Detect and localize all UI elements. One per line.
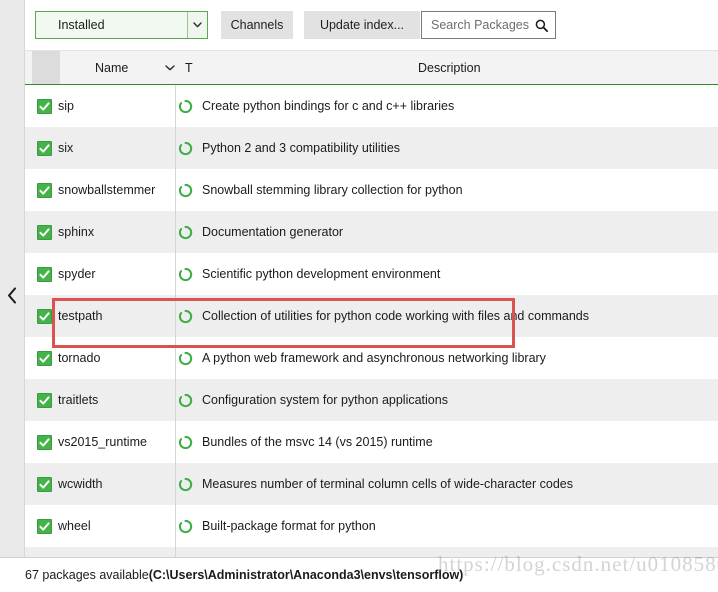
package-checkbox[interactable]: [37, 351, 52, 366]
table-row[interactable]: traitlets Configuration system for python…: [25, 379, 718, 421]
package-name: wheel: [58, 519, 91, 533]
table-row[interactable]: six Python 2 and 3 compatibility utilitie…: [25, 127, 718, 169]
package-description: Measures number of terminal column cells…: [202, 477, 573, 491]
package-name: sip: [58, 99, 74, 113]
package-description: Collection of utilities for python code …: [202, 309, 589, 323]
column-divider: [175, 253, 176, 295]
column-divider: [175, 337, 176, 379]
table-row[interactable]: vs2015_runtime Bundles of the msvc 14 (vs…: [25, 421, 718, 463]
package-description: Built-package format for python: [202, 519, 376, 533]
header-type[interactable]: T: [185, 51, 193, 84]
package-description: Scientific python development environmen…: [202, 267, 440, 281]
package-name: traitlets: [58, 393, 98, 407]
package-description: A python web framework and asynchronous …: [202, 351, 546, 365]
search-icon[interactable]: [534, 18, 548, 32]
package-name: testpath: [58, 309, 102, 323]
column-divider: [175, 211, 176, 253]
column-divider: [175, 379, 176, 421]
table-row[interactable]: spyder Scientific python development envi…: [25, 253, 718, 295]
column-divider: [175, 295, 176, 337]
table-row[interactable]: wcwidth Measures number of terminal colum…: [25, 463, 718, 505]
header-description[interactable]: Description: [418, 51, 481, 84]
anaconda-navigator-environments-panel: Installed Channels Update index... Searc…: [0, 0, 718, 591]
table-body: sip Create python bindings for c and c++ …: [25, 85, 718, 557]
installed-ring-icon[interactable]: [178, 225, 193, 240]
package-description: Documentation generator: [202, 225, 343, 239]
package-filter-value: Installed: [36, 12, 187, 38]
package-checkbox[interactable]: [37, 393, 52, 408]
status-bar: 67 packages available (C:\Users\Administ…: [0, 557, 718, 591]
installed-ring-icon[interactable]: [178, 435, 193, 450]
channels-button[interactable]: Channels: [221, 11, 293, 39]
package-checkbox[interactable]: [37, 141, 52, 156]
table-row[interactable]: wheel Built-package format for python: [25, 505, 718, 547]
package-description: Bundles of the msvc 14 (vs 2015) runtime: [202, 435, 433, 449]
package-checkbox[interactable]: [37, 225, 52, 240]
header-name[interactable]: Name: [95, 51, 128, 84]
status-bar-text: 67 packages available (C:\Users\Administ…: [25, 558, 463, 592]
installed-ring-icon[interactable]: [178, 351, 193, 366]
package-name: vs2015_runtime: [58, 435, 147, 449]
column-divider: [175, 169, 176, 211]
package-checkbox[interactable]: [37, 309, 52, 324]
package-name: snowballstemmer: [58, 183, 155, 197]
environment-path-text: (C:\Users\Administrator\Anaconda3\envs\t…: [149, 568, 464, 582]
package-description: Snowball stemming library collection for…: [202, 183, 463, 197]
left-rail: [0, 0, 25, 557]
package-checkbox[interactable]: [37, 267, 52, 282]
installed-ring-icon[interactable]: [178, 519, 193, 534]
chevron-down-icon[interactable]: [165, 51, 175, 84]
package-name: wcwidth: [58, 477, 102, 491]
chevron-down-icon: [187, 12, 207, 38]
installed-ring-icon[interactable]: [178, 309, 193, 324]
table-row[interactable]: testpath Collection of utilities for pyth…: [25, 295, 718, 337]
table-row[interactable]: tornado A python web framework and asynch…: [25, 337, 718, 379]
column-divider: [175, 463, 176, 505]
package-checkbox[interactable]: [37, 519, 52, 534]
table-row[interactable]: win_unicode_conEnable unicode input and …: [25, 547, 718, 557]
column-divider: [175, 421, 176, 463]
package-checkbox[interactable]: [37, 477, 52, 492]
installed-ring-icon[interactable]: [178, 393, 193, 408]
package-description: Configuration system for python applicat…: [202, 393, 448, 407]
package-filter-select[interactable]: Installed: [35, 11, 208, 39]
header-gutter-cell: [32, 51, 60, 84]
table-row[interactable]: sphinx Documentation generator: [25, 211, 718, 253]
package-description: Create python bindings for c and c++ lib…: [202, 99, 454, 113]
column-divider: [175, 127, 176, 169]
toolbar: Installed Channels Update index... Searc…: [25, 0, 718, 51]
package-name: sphinx: [58, 225, 94, 239]
package-description: Python 2 and 3 compatibility utilities: [202, 141, 400, 155]
column-divider: [175, 505, 176, 547]
package-name: tornado: [58, 351, 100, 365]
installed-ring-icon[interactable]: [178, 267, 193, 282]
column-divider: [175, 85, 176, 127]
installed-ring-icon[interactable]: [178, 99, 193, 114]
package-checkbox[interactable]: [37, 183, 52, 198]
packages-table: Name T Description sip Create python bind…: [25, 51, 718, 557]
package-checkbox[interactable]: [37, 99, 52, 114]
package-checkbox[interactable]: [37, 435, 52, 450]
search-packages-input[interactable]: Search Packages: [421, 11, 556, 39]
packages-count-text: 67 packages available: [25, 568, 149, 582]
column-divider: [175, 547, 176, 557]
chevron-left-icon[interactable]: [0, 282, 25, 308]
installed-ring-icon[interactable]: [178, 477, 193, 492]
installed-ring-icon[interactable]: [178, 183, 193, 198]
installed-ring-icon[interactable]: [178, 141, 193, 156]
table-row[interactable]: sip Create python bindings for c and c++ …: [25, 85, 718, 127]
package-name: spyder: [58, 267, 96, 281]
table-row[interactable]: snowballstemmer Snowball stemming library…: [25, 169, 718, 211]
search-placeholder-text: Search Packages: [431, 18, 534, 32]
table-header: Name T Description: [25, 51, 718, 85]
package-name: six: [58, 141, 73, 155]
update-index-button[interactable]: Update index...: [304, 11, 420, 39]
